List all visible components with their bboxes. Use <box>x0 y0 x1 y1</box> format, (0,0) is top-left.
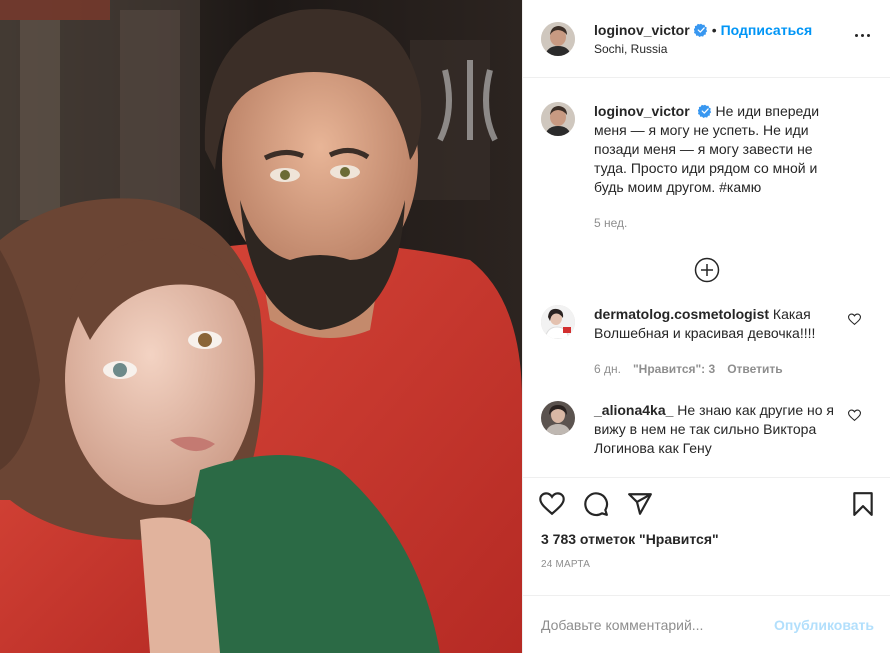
comment-username[interactable]: _aliona4ka_ <box>594 402 673 418</box>
header-line: loginov_victor • Подписаться <box>594 22 850 38</box>
share-icon[interactable] <box>627 491 653 517</box>
instagram-post: loginov_victor • Подписаться Sochi, Russ… <box>0 0 890 653</box>
heart-icon[interactable] <box>848 313 861 326</box>
comment-item: _aliona4ka_ Не знаю как другие но я вижу… <box>523 401 890 458</box>
publish-button[interactable]: Опубликовать <box>774 617 874 633</box>
verified-badge-icon <box>697 104 711 118</box>
share-button[interactable] <box>627 491 653 517</box>
reply-button[interactable]: Ответить <box>727 360 782 379</box>
likes-count[interactable]: 3 783 отметок "Нравится" <box>523 529 890 551</box>
bookmark-icon[interactable] <box>850 491 876 517</box>
comment-likes[interactable]: "Нравится": 3 <box>633 360 715 379</box>
comment-username[interactable]: dermatolog.cosmetologist <box>594 306 769 322</box>
like-button[interactable] <box>539 491 565 517</box>
plus-circle-icon[interactable] <box>694 257 720 283</box>
comment-time[interactable]: 6 дн. <box>594 360 621 379</box>
comments-area: loginov_victor Не иди впереди меня — я м… <box>523 78 890 477</box>
comment-input[interactable] <box>541 616 775 633</box>
load-more-comments[interactable] <box>523 257 890 283</box>
header-separator: • <box>711 21 717 38</box>
caption-avatar[interactable] <box>541 102 575 136</box>
follow-button[interactable]: Подписаться <box>721 22 813 38</box>
caption-body: loginov_victor Не иди впереди меня — я м… <box>594 102 848 233</box>
post-location[interactable]: Sochi, Russia <box>594 42 850 56</box>
commenter-avatar[interactable] <box>541 305 575 339</box>
verified-badge-icon <box>693 23 707 37</box>
header-text: loginov_victor • Подписаться Sochi, Russ… <box>594 22 850 56</box>
post-image <box>0 0 522 653</box>
commenter-avatar[interactable] <box>541 401 575 435</box>
post-photo[interactable] <box>0 0 522 653</box>
comment-body: dermatolog.cosmetologist Какая Волшебная… <box>594 305 834 379</box>
comment-icon[interactable] <box>583 491 609 517</box>
save-button[interactable] <box>850 491 876 517</box>
post-date[interactable]: 24 МАРТА <box>523 559 890 575</box>
author-avatar[interactable] <box>541 21 575 56</box>
comment-body: _aliona4ka_ Не знаю как другие но я вижу… <box>594 401 834 458</box>
caption-time[interactable]: 5 нед. <box>594 214 848 233</box>
comment-button[interactable] <box>583 491 609 517</box>
comment-item: dermatolog.cosmetologist Какая Волшебная… <box>523 305 890 379</box>
action-bar <box>523 477 890 529</box>
more-options-icon[interactable] <box>850 24 874 48</box>
comment-meta: 6 дн. "Нравится": 3 Ответить <box>594 360 834 379</box>
caption-username[interactable]: loginov_victor <box>594 103 690 119</box>
author-username[interactable]: loginov_victor <box>594 22 690 38</box>
post-header: loginov_victor • Подписаться Sochi, Russ… <box>523 0 890 78</box>
post-sidebar: loginov_victor • Подписаться Sochi, Russ… <box>522 0 890 653</box>
heart-icon[interactable] <box>539 491 565 517</box>
heart-icon[interactable] <box>848 409 861 422</box>
add-comment-bar: Опубликовать <box>523 595 890 653</box>
post-caption: loginov_victor Не иди впереди меня — я м… <box>523 78 890 233</box>
